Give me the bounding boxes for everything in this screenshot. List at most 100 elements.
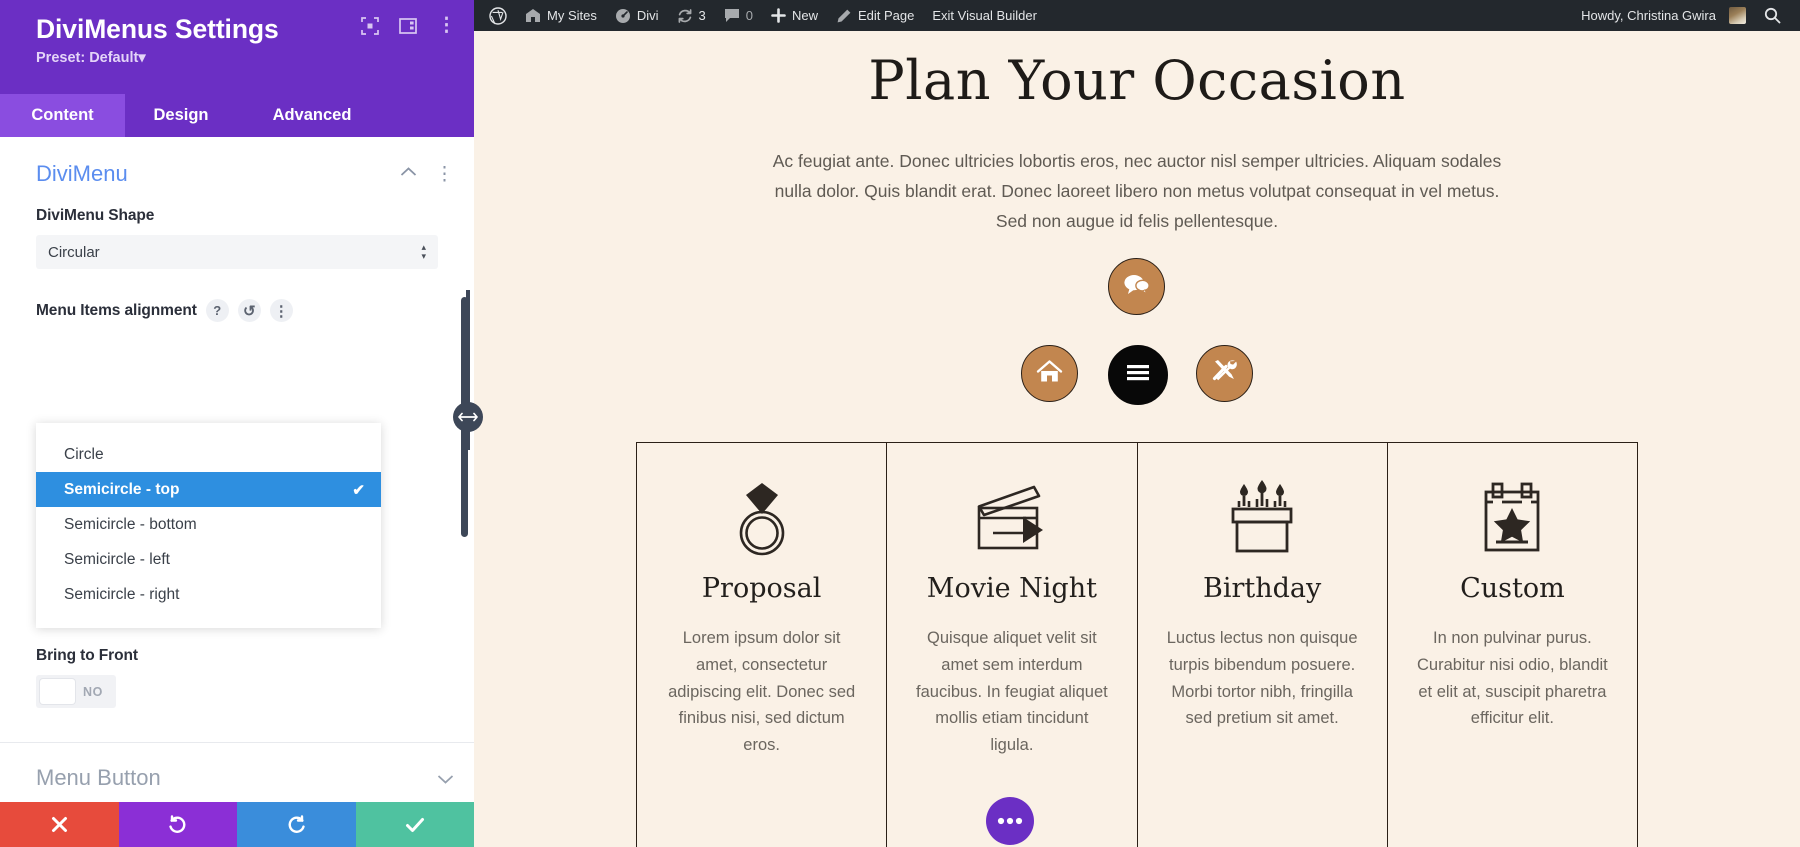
chevron-up-icon[interactable] — [400, 165, 417, 183]
settings-header: DiviMenus Settings Preset: Default▾ ⋮ — [0, 0, 474, 94]
divimenu-shape-field: DiviMenu Shape Circular ▴ ▾ — [0, 197, 474, 269]
undo-button[interactable] — [118, 802, 237, 847]
dropdown-option-semicircle-left[interactable]: Semicircle - left — [36, 542, 381, 577]
spinner-up-icon: ▴ — [421, 242, 426, 252]
wordpress-admin-bar: My Sites Divi 3 0 New Edit Page Exit Vis… — [474, 0, 1800, 31]
home-button[interactable] — [1021, 345, 1078, 403]
layout-toggle-icon[interactable] — [399, 17, 417, 35]
divimenu-shape-select[interactable]: Circular ▴ ▾ — [36, 235, 438, 269]
card-text: Quisque aliquet velit sit amet sem inter… — [916, 629, 1108, 755]
bring-to-front-field: Bring to Front NO — [0, 619, 474, 708]
help-icon[interactable]: ? — [205, 299, 229, 322]
tab-content[interactable]: Content — [0, 94, 125, 137]
pencil-icon — [836, 8, 852, 24]
account-item[interactable]: Howdy, Christina Gwira — [1572, 0, 1755, 31]
bring-to-front-label: Bring to Front — [36, 647, 438, 665]
bring-to-front-toggle-value: NO — [83, 684, 103, 699]
edit-page-label: Edit Page — [858, 8, 915, 23]
divimenu-shape-label: DiviMenu Shape — [36, 207, 438, 225]
updates-item[interactable]: 3 — [668, 0, 715, 31]
dropdown-option-semicircle-bottom[interactable]: Semicircle - bottom — [36, 507, 381, 542]
card-movie-night[interactable]: Movie Night Quisque aliquet velit sit am… — [887, 443, 1138, 847]
dropdown-option-semicircle-right[interactable]: Semicircle - right — [36, 577, 381, 612]
select-spinner-icon: ▴ ▾ — [421, 242, 426, 261]
settings-body: DiviMenu ⋮ DiviMenu Shape Circular ▴ ▾ M… — [0, 137, 474, 802]
cancel-button[interactable] — [0, 802, 119, 847]
preset-selector[interactable]: Preset: Default▾ — [36, 50, 454, 66]
menu-items-alignment-label: Menu Items alignment ? ↺ ⋮ — [36, 299, 438, 322]
page-title: Plan Your Occasion — [868, 49, 1406, 112]
wordpress-logo-item[interactable] — [480, 0, 516, 31]
panel-resize-handle[interactable] — [453, 402, 483, 432]
sites-icon — [525, 8, 541, 23]
chevron-down-icon[interactable] — [437, 765, 454, 791]
module-header: DiviMenu ⋮ — [0, 137, 474, 197]
updates-icon — [677, 8, 693, 24]
divimenu-preview-cluster — [474, 250, 1800, 420]
check-icon: ✔ — [352, 481, 365, 499]
plus-icon — [771, 8, 786, 23]
preset-label: Preset: Default — [36, 50, 139, 67]
menu-items-alignment-dropdown[interactable]: Circle Semicircle - top ✔ Semicircle - b… — [36, 423, 381, 628]
exit-visual-builder-item[interactable]: Exit Visual Builder — [923, 0, 1046, 31]
ring-icon — [663, 475, 860, 563]
card-proposal[interactable]: Proposal Lorem ipsum dolor sit amet, con… — [637, 443, 888, 847]
avatar — [1729, 7, 1746, 24]
redo-button[interactable] — [237, 802, 356, 847]
option-label: Circle — [64, 445, 104, 463]
card-text: Lorem ipsum dolor sit amet, consectetur … — [668, 629, 856, 755]
clapperboard-icon — [913, 475, 1110, 563]
reset-icon[interactable]: ↺ — [237, 299, 261, 322]
my-sites-label: My Sites — [547, 8, 597, 23]
exit-visual-builder-label: Exit Visual Builder — [932, 8, 1037, 23]
new-item[interactable]: New — [762, 0, 827, 31]
occasion-cards: Proposal Lorem ipsum dolor sit amet, con… — [636, 442, 1638, 847]
wordpress-logo-icon — [489, 6, 507, 25]
card-custom[interactable]: Custom In non pulvinar purus. Curabitur … — [1388, 443, 1637, 847]
field-more-icon[interactable]: ⋮ — [269, 299, 293, 322]
home-icon — [1036, 359, 1063, 389]
tab-design[interactable]: Design — [125, 94, 237, 137]
toggle-knob — [40, 679, 75, 704]
new-label: New — [791, 8, 818, 23]
chat-bubble-icon — [1123, 273, 1150, 301]
spinner-down-icon: ▾ — [421, 251, 426, 261]
divi-item[interactable]: Divi — [606, 0, 668, 31]
module-more-icon[interactable]: ⋮ — [435, 163, 454, 186]
divimenus-settings-panel: DiviMenus Settings Preset: Default▾ ⋮ Co… — [0, 0, 474, 847]
hamburger-icon — [1125, 363, 1151, 387]
module-title: DiviMenu — [36, 161, 128, 186]
comments-item[interactable]: 0 — [715, 0, 762, 31]
updates-count: 3 — [698, 8, 706, 23]
alignment-label-text: Menu Items alignment — [36, 301, 197, 319]
card-title: Proposal — [701, 573, 822, 605]
tab-advanced[interactable]: Advanced — [237, 94, 387, 137]
card-title: Movie Night — [926, 573, 1097, 605]
tools-button[interactable] — [1196, 345, 1253, 403]
settings-header-icons: ⋮ — [361, 14, 456, 37]
more-options-icon[interactable]: ⋮ — [437, 14, 456, 37]
option-label: Semicircle - left — [64, 550, 170, 568]
card-birthday[interactable]: Birthday Luctus lectus non quisque turpi… — [1138, 443, 1388, 847]
page-body: Plan Your Occasion Ac feugiat ante. Done… — [474, 31, 1800, 847]
save-button[interactable] — [355, 802, 474, 847]
focus-icon[interactable] — [361, 16, 379, 35]
hamburger-menu-button[interactable] — [1108, 345, 1168, 406]
page-settings-fab[interactable] — [986, 797, 1034, 845]
hero-paragraph: Ac feugiat ante. Donec ultricies loborti… — [772, 151, 1502, 232]
settings-tabs: Content Design Advanced — [0, 94, 474, 137]
dropdown-option-semicircle-top[interactable]: Semicircle - top ✔ — [36, 472, 381, 507]
comments-count: 0 — [745, 8, 753, 23]
menu-button-section[interactable]: Menu Button — [0, 743, 474, 791]
option-label: Semicircle - top — [64, 480, 180, 498]
my-sites-item[interactable]: My Sites — [516, 0, 606, 31]
chat-bubble-button[interactable] — [1108, 258, 1165, 316]
bring-to-front-toggle[interactable]: NO — [36, 675, 116, 708]
card-title: Birthday — [1202, 573, 1322, 605]
search-icon — [1764, 7, 1781, 24]
card-text: Luctus lectus non quisque turpis bibendu… — [1166, 629, 1358, 728]
app-screen: DiviMenus Settings Preset: Default▾ ⋮ Co… — [0, 0, 1800, 847]
dropdown-option-circle[interactable]: Circle — [36, 437, 381, 472]
edit-page-item[interactable]: Edit Page — [827, 0, 923, 31]
admin-search-item[interactable] — [1755, 0, 1790, 31]
